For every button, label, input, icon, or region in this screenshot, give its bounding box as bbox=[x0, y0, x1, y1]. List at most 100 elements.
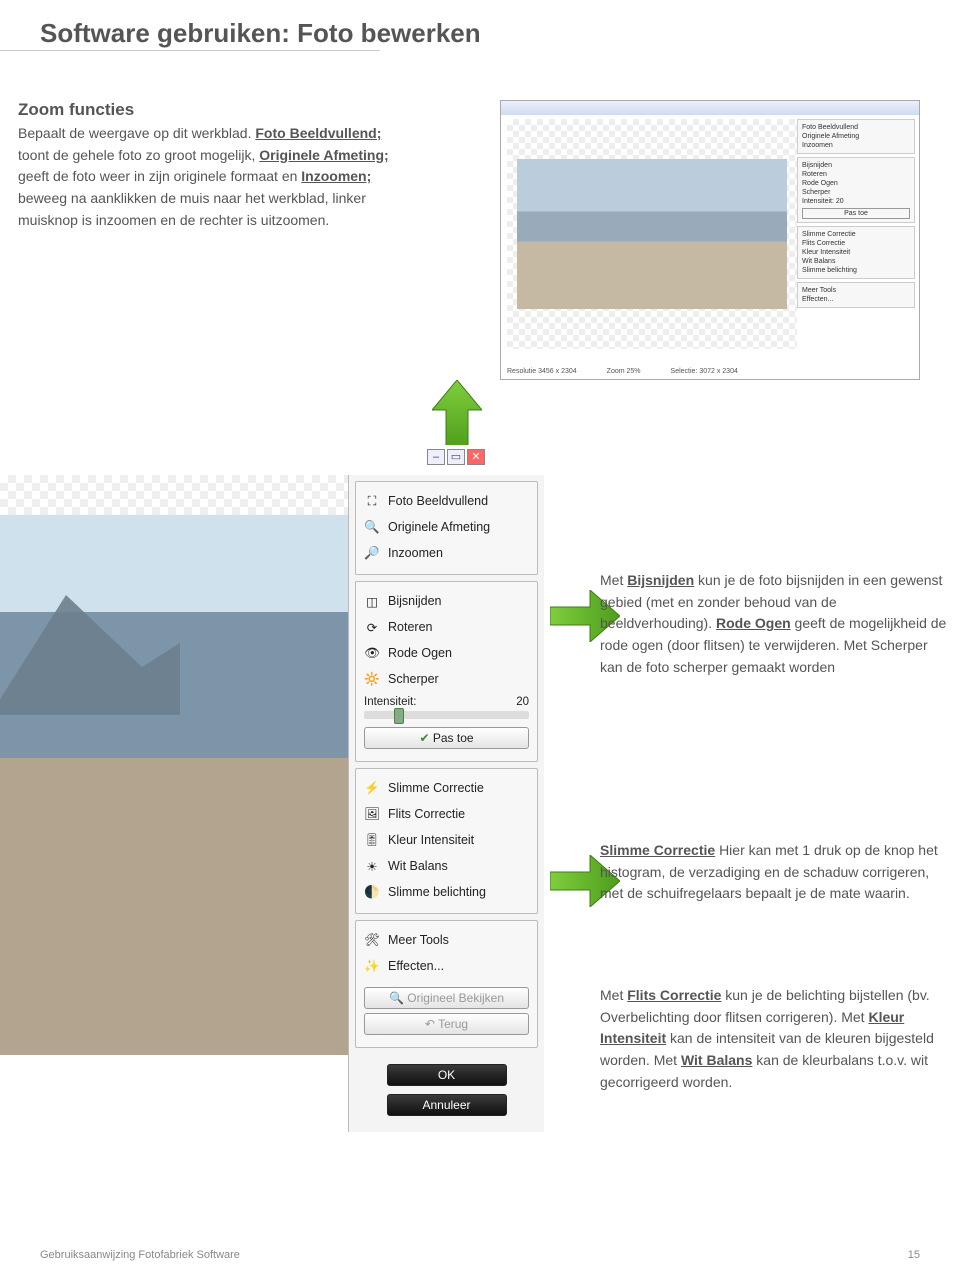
label: Slimme Correctie bbox=[388, 781, 484, 795]
effects-icon: ✨ bbox=[364, 958, 380, 974]
group-zoom: ⛶ Foto Beeldvullend 🔍 Originele Afmeting… bbox=[355, 481, 538, 575]
page-footer: Gebruiksaanwijzing Fotofabriek Software … bbox=[40, 1249, 920, 1261]
apply-label: Pas toe bbox=[433, 731, 474, 745]
undo-button[interactable]: ↶ Terug bbox=[364, 1013, 529, 1035]
item-effecten[interactable]: ✨ Effecten... bbox=[364, 953, 529, 979]
sharpen-icon: 🔆 bbox=[364, 671, 380, 687]
mini-photo bbox=[517, 159, 787, 309]
t: geeft de foto weer in zijn originele for… bbox=[18, 168, 301, 184]
item-slimme-belichting[interactable]: 🌓 Slimme belichting bbox=[364, 879, 529, 905]
item-kleur-intensiteit[interactable]: 🎚 Kleur Intensiteit bbox=[364, 827, 529, 853]
page-title: Software gebruiken: Foto bewerken bbox=[0, 0, 960, 49]
mini-apply-button: Pas toe bbox=[802, 208, 910, 219]
minimize-icon[interactable]: – bbox=[427, 449, 445, 465]
undo-icon: ↶ bbox=[425, 1017, 435, 1031]
label: Foto Beeldvullend bbox=[388, 494, 488, 508]
mini-group-correct: Slimme Correctie Flits Correctie Kleur I… bbox=[797, 226, 915, 279]
tool-sidebar: ⛶ Foto Beeldvullend 🔍 Originele Afmeting… bbox=[348, 475, 544, 1132]
explain-flits-correctie: Met Flits Correctie kun je de belichting… bbox=[600, 985, 950, 1093]
checker-strip bbox=[0, 475, 348, 515]
fit-icon: ⛶ bbox=[364, 493, 380, 509]
label: Terug bbox=[438, 1017, 468, 1031]
cancel-button[interactable]: Annuleer bbox=[387, 1094, 507, 1116]
explain-slimme-correctie: Slimme Correctie Hier kan met 1 druk op … bbox=[600, 840, 950, 905]
item-slimme-correctie[interactable]: ⚡ Slimme Correctie bbox=[364, 775, 529, 801]
item-inzoomen[interactable]: 🔎 Inzoomen bbox=[364, 540, 529, 566]
mini-item: Slimme Correctie bbox=[802, 230, 910, 239]
close-icon[interactable]: ✕ bbox=[467, 449, 485, 465]
mini-item: Rode Ogen bbox=[802, 179, 910, 188]
group-edit: ◫ Bijsnijden ⟳ Roteren 👁 Rode Ogen 🔆 Sch… bbox=[355, 581, 538, 762]
label: Slimme belichting bbox=[388, 885, 486, 899]
apply-button[interactable]: ✔ Pas toe bbox=[364, 727, 529, 749]
t: Foto Beeldvullend; bbox=[255, 125, 381, 141]
t: Slimme Correctie bbox=[600, 842, 715, 858]
label: Originele Afmeting bbox=[388, 520, 490, 534]
intensity-slider[interactable] bbox=[364, 711, 529, 719]
mini-titlebar bbox=[501, 101, 919, 115]
view-original-button[interactable]: 🔍 Origineel Bekijken bbox=[364, 987, 529, 1009]
zoom-heading: Zoom functies bbox=[18, 100, 408, 120]
mini-app-window: Foto Beeldvullend Originele Afmeting Inz… bbox=[500, 100, 920, 380]
zoom-icon: 🔎 bbox=[364, 545, 380, 561]
mini-item: Intensiteit: 20 bbox=[802, 197, 910, 206]
intensity-row: Intensiteit: 20 bbox=[364, 696, 529, 708]
label: Rode Ogen bbox=[388, 646, 452, 660]
mini-item: Meer Tools bbox=[802, 286, 910, 295]
t: Bepaalt de weergave op dit werkblad. bbox=[18, 125, 255, 141]
item-foto-beeldvullend[interactable]: ⛶ Foto Beeldvullend bbox=[364, 488, 529, 514]
item-roteren[interactable]: ⟳ Roteren bbox=[364, 614, 529, 640]
zoom-paragraph: Bepaalt de weergave op dit werkblad. Fot… bbox=[18, 123, 408, 231]
label: Meer Tools bbox=[388, 933, 449, 947]
t: Wit Balans bbox=[681, 1052, 752, 1068]
zoom-section: Zoom functies Bepaalt de weergave op dit… bbox=[18, 100, 408, 231]
flash-icon: 🖼 bbox=[364, 806, 380, 822]
t: Flits Correctie bbox=[627, 987, 721, 1003]
mini-item: Inzoomen bbox=[802, 141, 910, 150]
item-meer-tools[interactable]: 🛠 Meer Tools bbox=[364, 927, 529, 953]
mini-item: Originele Afmeting bbox=[802, 132, 910, 141]
crop-icon: ◫ bbox=[364, 593, 380, 609]
mini-sidebar: Foto Beeldvullend Originele Afmeting Inz… bbox=[797, 119, 915, 311]
tools-icon: 🛠 bbox=[364, 932, 380, 948]
mini-status-sel: Selectie: 3072 x 2304 bbox=[671, 368, 738, 375]
label: Inzoomen bbox=[388, 546, 443, 560]
mini-item: Scherper bbox=[802, 188, 910, 197]
rule bbox=[0, 50, 380, 51]
color-icon: 🎚 bbox=[364, 832, 380, 848]
t: Bijsnijden bbox=[627, 572, 694, 588]
intensity-value: 20 bbox=[516, 696, 529, 708]
mini-status-res: Resolutie 3456 x 2304 bbox=[507, 368, 577, 375]
label: Roteren bbox=[388, 620, 432, 634]
item-rode-ogen[interactable]: 👁 Rode Ogen bbox=[364, 640, 529, 666]
label: Wit Balans bbox=[388, 859, 448, 873]
label: Scherper bbox=[388, 672, 439, 686]
label: Bijsnijden bbox=[388, 594, 442, 608]
ok-button[interactable]: OK bbox=[387, 1064, 507, 1086]
mini-item: Wit Balans bbox=[802, 257, 910, 266]
photo-preview bbox=[0, 515, 348, 1055]
t: Originele Afmeting; bbox=[259, 147, 388, 163]
mini-canvas-checker bbox=[507, 119, 797, 349]
item-scherper[interactable]: 🔆 Scherper bbox=[364, 666, 529, 692]
item-flits-correctie[interactable]: 🖼 Flits Correctie bbox=[364, 801, 529, 827]
footer-text: Gebruiksaanwijzing Fotofabriek Software bbox=[40, 1249, 240, 1261]
page-number: 15 bbox=[908, 1249, 920, 1261]
maximize-icon[interactable]: ▭ bbox=[447, 449, 465, 465]
mini-item: Flits Correctie bbox=[802, 239, 910, 248]
original-size-icon: 🔍 bbox=[364, 519, 380, 535]
label: Kleur Intensiteit bbox=[388, 833, 474, 847]
group-more: 🛠 Meer Tools ✨ Effecten... 🔍 Origineel B… bbox=[355, 920, 538, 1048]
rotate-icon: ⟳ bbox=[364, 619, 380, 635]
mini-item: Foto Beeldvullend bbox=[802, 123, 910, 132]
label: Effecten... bbox=[388, 959, 444, 973]
t: Rode Ogen bbox=[716, 615, 791, 631]
footer-buttons: OK Annuleer bbox=[349, 1054, 544, 1132]
item-bijsnijden[interactable]: ◫ Bijsnijden bbox=[364, 588, 529, 614]
item-originele-afmeting[interactable]: 🔍 Originele Afmeting bbox=[364, 514, 529, 540]
mini-group-edit: Bijsnijden Roteren Rode Ogen Scherper In… bbox=[797, 157, 915, 223]
explain-bijsnijden: Met Bijsnijden kun je de foto bijsnijden… bbox=[600, 570, 950, 678]
item-wit-balans[interactable]: ☀ Wit Balans bbox=[364, 853, 529, 879]
mini-group-zoom: Foto Beeldvullend Originele Afmeting Inz… bbox=[797, 119, 915, 154]
mini-item: Effecten... bbox=[802, 295, 910, 304]
